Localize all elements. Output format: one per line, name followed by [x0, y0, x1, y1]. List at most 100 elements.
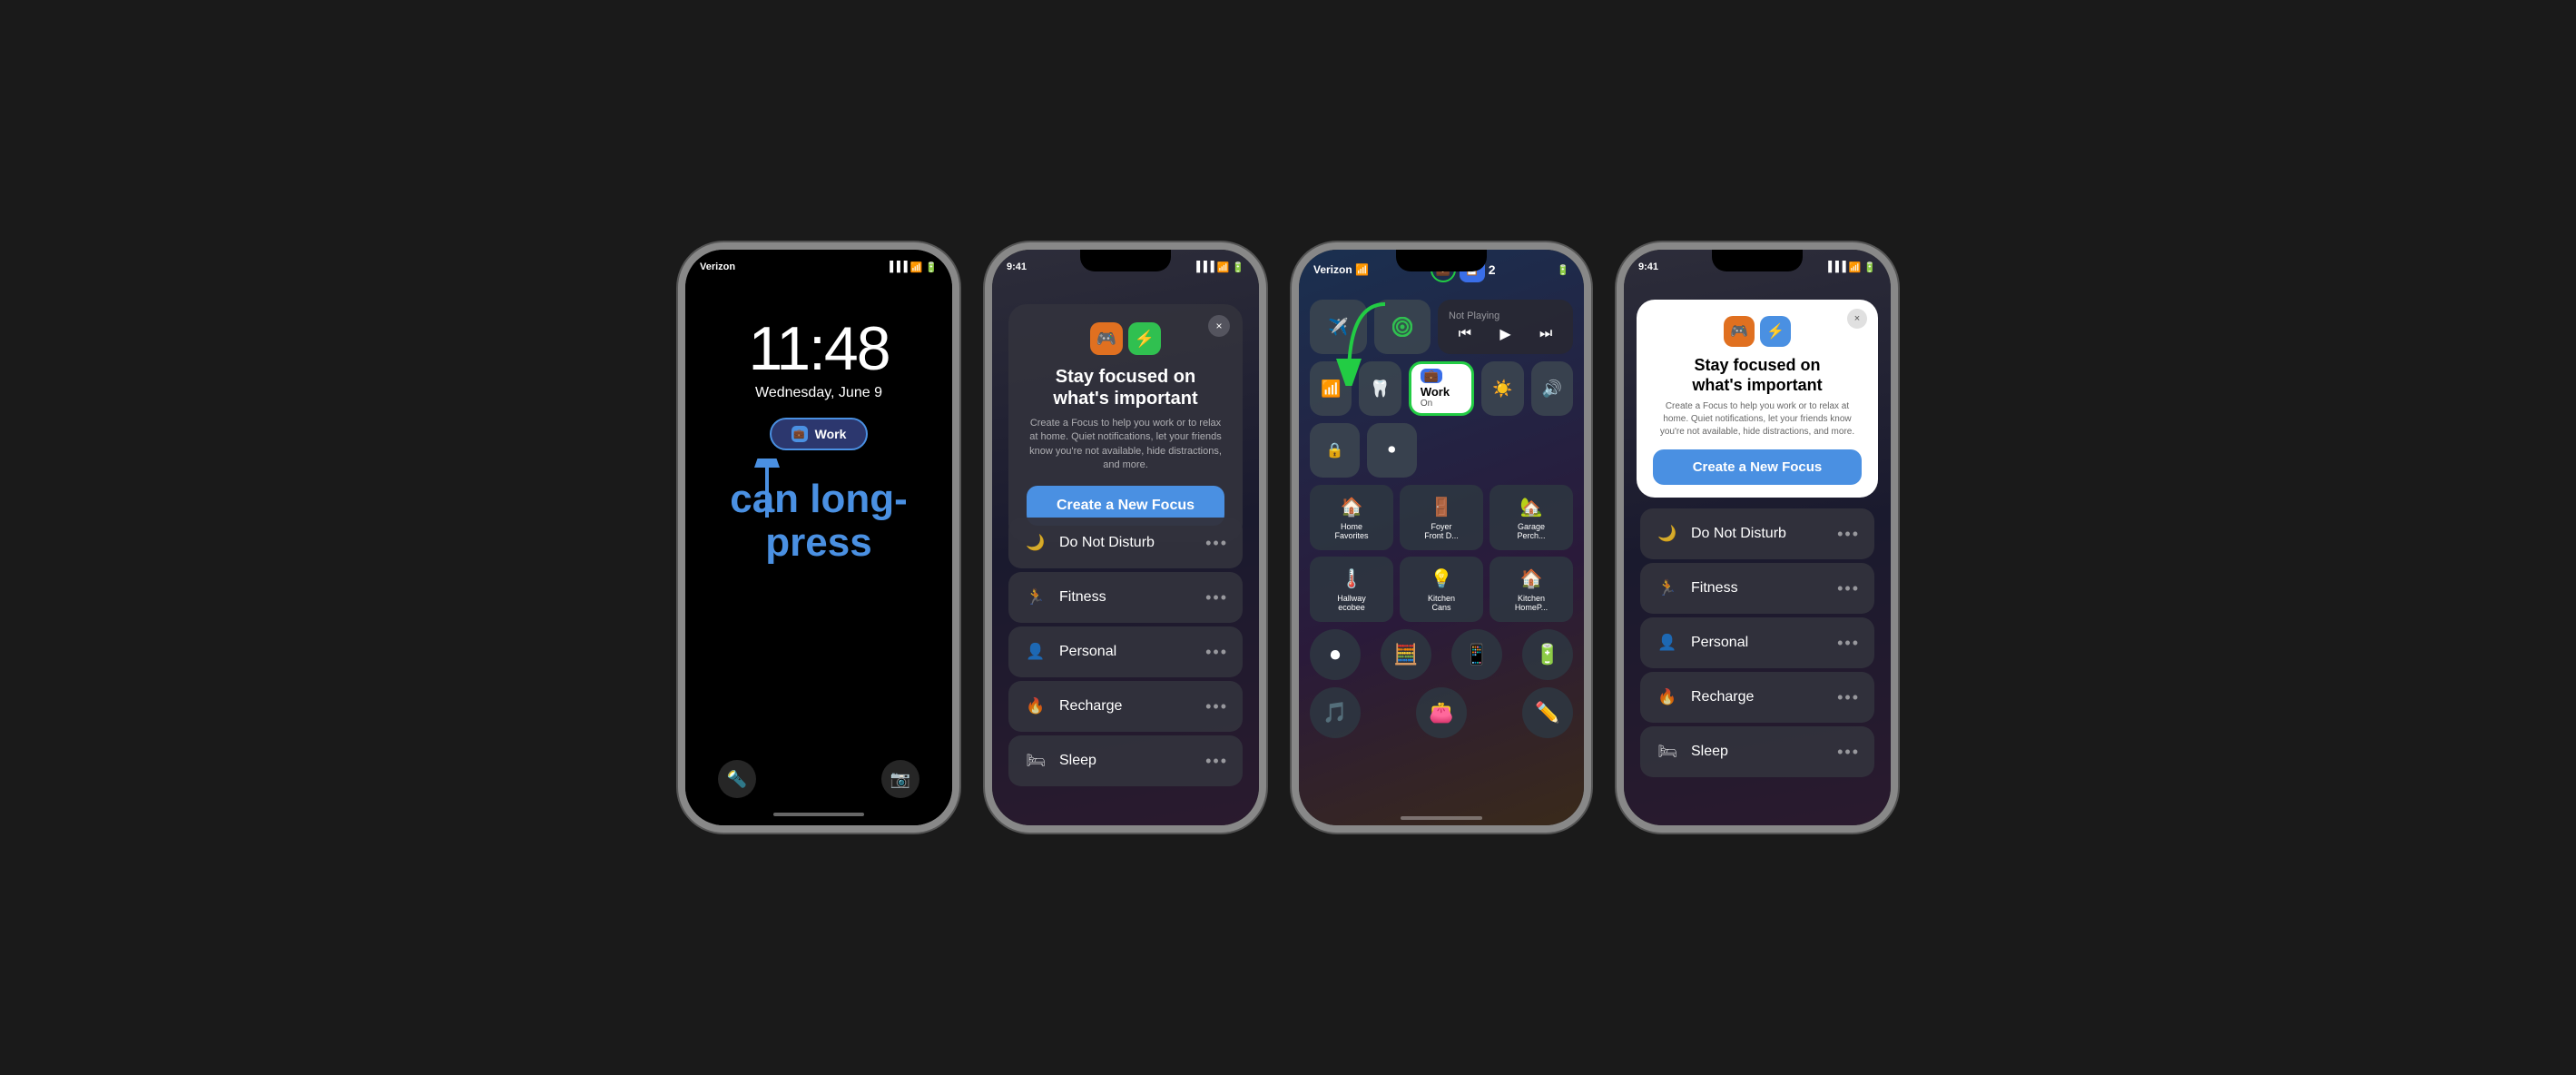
- focus-item-fitness[interactable]: 🏃 Fitness •••: [1008, 572, 1243, 623]
- focus-menu-dark-bg: 9:41 ▐▐▐ 📶 🔋 🎮 ⚡ × Stay focuse: [992, 250, 1259, 825]
- modal-icons-white: 🎮 ⚡: [1724, 316, 1791, 347]
- status-icons-1: ▐▐▐ 📶 🔋: [886, 261, 938, 273]
- work-sub-label: On: [1421, 399, 1432, 409]
- home-tile-4[interactable]: 💡 Kitchen Cans: [1400, 557, 1483, 622]
- focus-list-dark: 🌙 Do Not Disturb ••• 🏃 Fitness •••: [1008, 518, 1243, 788]
- home-bar-3: [1401, 816, 1482, 820]
- sleep-dots-4[interactable]: •••: [1837, 743, 1860, 762]
- wallet-btn[interactable]: 👛: [1416, 687, 1467, 738]
- create-new-focus-btn-white[interactable]: Create a New Focus: [1653, 449, 1862, 485]
- focus-item-sleep[interactable]: 🛏 Sleep •••: [1008, 735, 1243, 786]
- focus-item-recharge-4[interactable]: 🔥 Recharge •••: [1640, 672, 1874, 723]
- shazam-btn[interactable]: 🎵: [1310, 687, 1361, 738]
- sleep-label-4: Sleep: [1691, 744, 1728, 760]
- phone-4: 9:41 ▐▐▐ 📶 🔋 🎮 ⚡ × Stay focuse: [1617, 242, 1898, 833]
- battery-icon-2: 🔋: [1232, 261, 1244, 273]
- modal-title-dark: Stay focused onwhat's important: [1053, 366, 1197, 409]
- focus-item-fitness-4[interactable]: 🏃 Fitness •••: [1640, 563, 1874, 614]
- focus-item-recharge[interactable]: 🔥 Recharge •••: [1008, 681, 1243, 732]
- lock-screen: Verizon ▐▐▐ 📶 🔋 11:48 Wednesday, June 9 …: [685, 250, 952, 825]
- personal-dots[interactable]: •••: [1205, 643, 1228, 662]
- flashlight-icon[interactable]: 🔦: [718, 760, 756, 798]
- dnd-icon-4: 🌙: [1655, 521, 1680, 547]
- modal-icon-orange-w: 🎮: [1724, 316, 1755, 347]
- prev-icon[interactable]: ⏮: [1459, 326, 1471, 342]
- calc-btn[interactable]: 🧮: [1381, 629, 1431, 680]
- focus-pill-icon: 💼: [791, 426, 808, 442]
- recharge-dots[interactable]: •••: [1205, 697, 1228, 716]
- wifi-icon-2: 📶: [1217, 261, 1230, 273]
- volume-btn[interactable]: 🔊: [1531, 361, 1573, 416]
- not-playing-label: Not Playing: [1449, 311, 1499, 321]
- modal-subtitle-white: Create a Focus to help you work or to re…: [1653, 400, 1862, 439]
- control-center-bg: Verizon 📶 💼 📋 2 🔋: [1299, 250, 1584, 825]
- dnd-icon: 🌙: [1023, 530, 1048, 556]
- status-icons-2: ▐▐▐ 📶 🔋: [1193, 261, 1244, 273]
- recharge-label: Recharge: [1059, 698, 1122, 715]
- remote-btn[interactable]: 📱: [1451, 629, 1502, 680]
- recharge-dots-4[interactable]: •••: [1837, 688, 1860, 707]
- media-controls: ⏮ ▶ ⏭: [1449, 325, 1562, 343]
- camera-icon[interactable]: 📷: [881, 760, 919, 798]
- work-focus-tile[interactable]: 💼 Work On: [1409, 361, 1474, 416]
- focus-list-white: 🌙 Do Not Disturb ••• 🏃 Fitness •••: [1640, 508, 1874, 779]
- focus-pill-label: Work: [815, 427, 847, 441]
- personal-dots-4[interactable]: •••: [1837, 634, 1860, 653]
- next-icon[interactable]: ⏭: [1539, 326, 1552, 342]
- focus-item-dnd-4[interactable]: 🌙 Do Not Disturb •••: [1640, 508, 1874, 559]
- wifi-icon-4: 📶: [1849, 261, 1862, 273]
- focus-item-sleep-4[interactable]: 🛏 Sleep •••: [1640, 726, 1874, 777]
- recharge-icon: 🔥: [1023, 694, 1048, 719]
- modal-icon-orange: 🎮: [1090, 322, 1123, 355]
- sleep-dots[interactable]: •••: [1205, 752, 1228, 771]
- home-tile-2[interactable]: 🏡 Garage Perch...: [1490, 485, 1573, 550]
- dnd-dots-4[interactable]: •••: [1837, 525, 1860, 544]
- fitness-dots-4[interactable]: •••: [1837, 579, 1860, 598]
- time-label-4: 9:41: [1638, 261, 1658, 272]
- focus-menu-light-bg: 9:41 ▐▐▐ 📶 🔋 🎮 ⚡ × Stay focuse: [1624, 250, 1891, 825]
- focus-item-personal-4[interactable]: 👤 Personal •••: [1640, 617, 1874, 668]
- phone-3: Verizon 📶 💼 📋 2 🔋: [1292, 242, 1591, 833]
- modal-close-btn-white[interactable]: ×: [1847, 309, 1867, 329]
- lock-time: 11:48: [748, 318, 889, 380]
- dnd-dots[interactable]: •••: [1205, 534, 1228, 553]
- home-tile-1[interactable]: 🚪 Foyer Front D...: [1400, 485, 1483, 550]
- personal-label-4: Personal: [1691, 635, 1748, 651]
- focus-modal-white: 🎮 ⚡ × Stay focused onwhat's important Cr…: [1637, 300, 1878, 498]
- sleep-icon: 🛏: [1023, 748, 1048, 774]
- dnd-label-4: Do Not Disturb: [1691, 526, 1786, 542]
- work-icon: 💼: [1421, 369, 1442, 383]
- home-tile-5[interactable]: 🏠 Kitchen HomeP...: [1490, 557, 1573, 622]
- modal-subtitle-dark: Create a Focus to help you work or to re…: [1027, 417, 1224, 473]
- fitness-dots[interactable]: •••: [1205, 588, 1228, 607]
- modal-close-btn[interactable]: ×: [1208, 315, 1230, 337]
- status-icons-4: ▐▐▐ 📶 🔋: [1824, 261, 1876, 273]
- home-tiles-grid: 🏠 Home Favorites 🚪 Foyer Front D... 🏡 Ga…: [1310, 485, 1573, 622]
- fitness-icon: 🏃: [1023, 585, 1048, 610]
- home-tile-0[interactable]: 🏠 Home Favorites: [1310, 485, 1393, 550]
- focus-item-dnd[interactable]: 🌙 Do Not Disturb •••: [1008, 518, 1243, 568]
- notch-3: [1396, 250, 1487, 271]
- screen-record-btn[interactable]: ⏺: [1367, 423, 1417, 478]
- fitness-label-4: Fitness: [1691, 580, 1738, 597]
- cc-spacer: [1424, 423, 1573, 478]
- carrier-label: Verizon: [700, 261, 735, 272]
- record-btn[interactable]: ⏺: [1310, 629, 1361, 680]
- focus-item-personal[interactable]: 👤 Personal •••: [1008, 626, 1243, 677]
- screen-lock-btn[interactable]: 🔒: [1310, 423, 1360, 478]
- notch-2: [1080, 250, 1171, 271]
- work-label: Work: [1421, 385, 1450, 399]
- sleep-icon-4: 🛏: [1655, 739, 1680, 764]
- edit-btn[interactable]: ✏️: [1522, 687, 1573, 738]
- home-tile-3[interactable]: 🌡️ Hallway ecobee: [1310, 557, 1393, 622]
- focus-pill[interactable]: 💼 Work: [770, 418, 869, 450]
- signal-icon-2: ▐▐▐: [1193, 261, 1214, 272]
- green-arrow-icon: [1331, 295, 1403, 386]
- notch-1: [773, 250, 864, 271]
- battery-icon: 🔋: [925, 261, 938, 273]
- brightness-btn[interactable]: ☀️: [1481, 361, 1523, 416]
- fitness-icon-4: 🏃: [1655, 576, 1680, 601]
- scene: Verizon ▐▐▐ 📶 🔋 11:48 Wednesday, June 9 …: [0, 0, 2576, 1075]
- battery-circle-btn[interactable]: 🔋: [1522, 629, 1573, 680]
- play-icon[interactable]: ▶: [1499, 325, 1510, 343]
